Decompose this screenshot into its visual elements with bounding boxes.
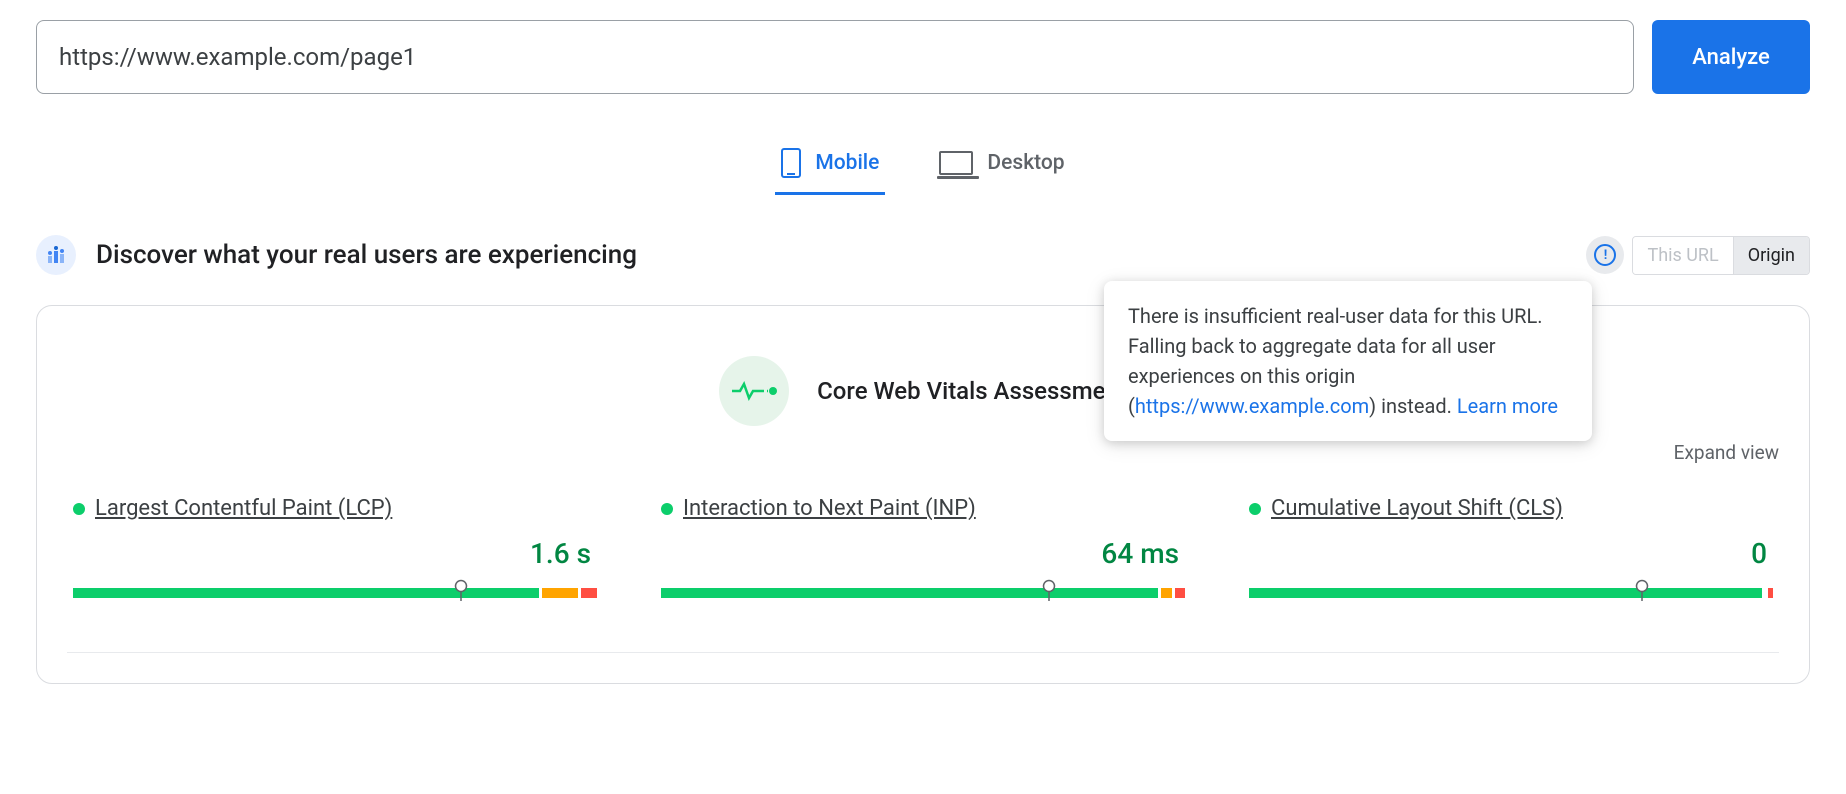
inp-ok-segment <box>1161 588 1171 598</box>
metric-lcp-value: 1.6 s <box>73 537 597 570</box>
vitals-pass-icon <box>719 356 789 426</box>
inp-marker-icon <box>1042 579 1056 601</box>
metric-cls-bar <box>1249 588 1773 598</box>
metric-cls-name[interactable]: Cumulative Layout Shift (CLS) <box>1271 496 1563 521</box>
cls-poor-segment <box>1768 588 1773 598</box>
metric-cls: Cumulative Layout Shift (CLS) 0 <box>1249 496 1773 598</box>
tab-desktop-label: Desktop <box>987 151 1064 175</box>
cls-marker-icon <box>1635 579 1649 601</box>
analyze-button[interactable]: Analyze <box>1652 20 1810 94</box>
discover-title: Discover what your real users are experi… <box>96 240 637 270</box>
users-chart-icon <box>36 235 76 275</box>
lcp-good-segment <box>73 588 539 598</box>
metric-cls-value: 0 <box>1249 537 1773 570</box>
divider <box>67 652 1779 653</box>
device-tabs: Mobile Desktop <box>36 134 1810 195</box>
desktop-icon <box>939 151 973 175</box>
lcp-poor-segment <box>581 588 597 598</box>
tooltip-text-suffix: ) instead. <box>1369 394 1457 418</box>
url-origin-toggle-group: ! This URL Origin <box>1586 236 1810 275</box>
expand-view-button[interactable]: Expand view <box>1674 441 1779 464</box>
status-good-dot-icon <box>1249 503 1261 515</box>
metric-inp-value: 64 ms <box>661 537 1185 570</box>
toggle-this-url-button[interactable]: This URL <box>1633 237 1733 274</box>
vitals-title: Core Web Vitals Assessment <box>817 377 1127 405</box>
toggle-group: This URL Origin <box>1632 236 1810 275</box>
metric-lcp-bar <box>73 588 597 598</box>
metric-lcp: Largest Contentful Paint (LCP) 1.6 s <box>73 496 597 598</box>
tab-mobile-label: Mobile <box>815 151 879 175</box>
insufficient-data-tooltip: There is insufficient real-user data for… <box>1104 281 1592 441</box>
tooltip-origin-link[interactable]: https://www.example.com <box>1135 394 1369 418</box>
tooltip-learn-more-link[interactable]: Learn more <box>1457 394 1558 418</box>
metric-inp-bar <box>661 588 1185 598</box>
metric-cls-header: Cumulative Layout Shift (CLS) <box>1249 496 1773 521</box>
discover-left: Discover what your real users are experi… <box>36 235 637 275</box>
metric-inp: Interaction to Next Paint (INP) 64 ms <box>661 496 1185 598</box>
metric-lcp-name[interactable]: Largest Contentful Paint (LCP) <box>95 496 392 521</box>
metric-lcp-header: Largest Contentful Paint (LCP) <box>73 496 597 521</box>
info-icon[interactable]: ! <box>1586 236 1624 274</box>
inp-poor-segment <box>1175 588 1185 598</box>
metric-inp-header: Interaction to Next Paint (INP) <box>661 496 1185 521</box>
discover-row: Discover what your real users are experi… <box>36 235 1810 275</box>
metric-inp-name[interactable]: Interaction to Next Paint (INP) <box>683 496 976 521</box>
toggle-origin-button[interactable]: Origin <box>1734 237 1809 274</box>
status-good-dot-icon <box>73 503 85 515</box>
mobile-icon <box>781 148 801 178</box>
lcp-marker-icon <box>454 579 468 601</box>
inp-good-segment <box>661 588 1158 598</box>
metrics-grid: Largest Contentful Paint (LCP) 1.6 s <box>67 496 1779 598</box>
lcp-ok-segment <box>542 588 578 598</box>
url-input[interactable] <box>36 20 1634 94</box>
cls-good-segment <box>1249 588 1762 598</box>
search-row: Analyze <box>36 20 1810 94</box>
status-good-dot-icon <box>661 503 673 515</box>
tab-desktop[interactable]: Desktop <box>933 134 1070 195</box>
tab-mobile[interactable]: Mobile <box>775 134 885 195</box>
